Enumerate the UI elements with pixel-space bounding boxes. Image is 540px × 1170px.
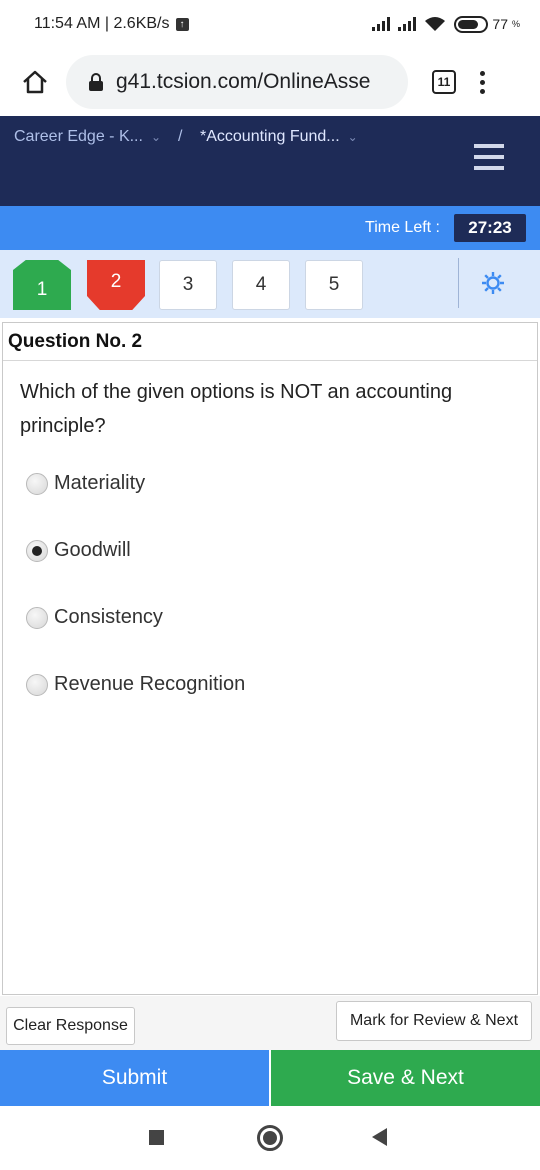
radio-icon[interactable]: [26, 539, 48, 562]
battery-unit: %: [511, 19, 520, 29]
battery-indicator: 77%: [454, 15, 520, 33]
question-number: 1: [36, 279, 48, 300]
time-left-value: 27:23: [454, 214, 526, 242]
question-palette: 1 2 3 4 5: [0, 250, 540, 318]
home-icon[interactable]: [18, 65, 52, 99]
radio-icon[interactable]: [26, 673, 48, 696]
option-materiality[interactable]: Materiality: [26, 472, 145, 495]
signal-icon: [398, 17, 417, 31]
bottom-action-bar: Submit Save & Next: [0, 1050, 540, 1106]
option-label: Materiality: [54, 472, 146, 494]
status-left: 11:54 AM | 2.6KB/s ↑: [34, 15, 189, 33]
more-menu-icon[interactable]: [480, 70, 485, 94]
tab-count: 11: [437, 75, 451, 89]
upload-icon: ↑: [175, 17, 189, 31]
action-row: Clear Response Mark for Review & Next: [0, 996, 540, 1050]
exam-screen: 11:54 AM | 2.6KB/s ↑ 77% g41.tcsion.com/…: [0, 0, 540, 1170]
option-label: Consistency: [54, 606, 163, 628]
battery-icon: [454, 15, 489, 33]
submit-button[interactable]: Submit: [0, 1050, 269, 1106]
status-time-speed: 11:54 AM | 2.6KB/s: [34, 15, 170, 32]
question-number: 2: [110, 271, 122, 292]
url-text: g41.tcsion.com/OnlineAsse: [116, 70, 371, 93]
browser-toolbar: g41.tcsion.com/OnlineAsse 11: [0, 48, 540, 116]
question-panel: Question No. 2 Which of the given option…: [2, 322, 538, 995]
gear-icon[interactable]: [480, 270, 506, 296]
signal-icon: [372, 17, 391, 31]
option-label: Revenue Recognition: [54, 673, 246, 695]
question-button-5[interactable]: 5: [305, 260, 363, 310]
system-nav-bar: [0, 1106, 540, 1170]
question-button-2[interactable]: 2: [87, 260, 145, 310]
question-number: 3: [182, 274, 194, 295]
wifi-icon: [425, 17, 446, 31]
time-left-label: Time Left :: [365, 219, 440, 236]
lock-icon: [89, 73, 103, 91]
status-bar: 11:54 AM | 2.6KB/s ↑ 77%: [0, 0, 540, 48]
question-text: Which of the given options is NOT an acc…: [20, 381, 453, 437]
chevron-down-icon: ⌄: [150, 130, 162, 144]
breadcrumb-course[interactable]: Career Edge - K... ⌄: [14, 128, 161, 146]
breadcrumb-test-label: *Accounting Fund...: [200, 128, 340, 145]
radio-icon[interactable]: [26, 606, 48, 629]
timer-bar: Time Left : 27:23: [0, 206, 540, 250]
battery-percent: 77: [492, 16, 508, 32]
question-button-4[interactable]: 4: [232, 260, 290, 310]
status-right: 77%: [372, 15, 520, 33]
breadcrumb-course-label: Career Edge - K...: [14, 128, 143, 145]
palette-divider: [458, 258, 459, 308]
back-icon[interactable]: [372, 1128, 387, 1146]
breadcrumb-test[interactable]: *Accounting Fund... ⌄: [200, 128, 358, 146]
home-nav-icon[interactable]: [257, 1125, 283, 1151]
tab-switcher-icon[interactable]: 11: [432, 70, 456, 94]
save-next-button[interactable]: Save & Next: [271, 1050, 540, 1106]
mark-for-review-button[interactable]: Mark for Review & Next: [336, 1001, 532, 1041]
app-header: Career Edge - K... ⌄ / *Accounting Fund.…: [0, 116, 540, 206]
option-revenue-recognition[interactable]: Revenue Recognition: [26, 673, 245, 696]
recents-icon[interactable]: [149, 1130, 164, 1145]
option-label: Goodwill: [54, 539, 131, 561]
question-number: 4: [255, 274, 267, 295]
hamburger-menu-icon[interactable]: [474, 144, 504, 170]
radio-icon[interactable]: [26, 472, 48, 495]
option-goodwill[interactable]: Goodwill: [26, 539, 131, 562]
question-button-1[interactable]: 1: [13, 260, 71, 310]
question-heading: Question No. 2: [3, 323, 537, 361]
question-number: 5: [328, 274, 340, 295]
breadcrumb-separator: /: [178, 128, 183, 145]
chevron-down-icon: ⌄: [347, 130, 358, 144]
question-button-3[interactable]: 3: [159, 260, 217, 310]
option-consistency[interactable]: Consistency: [26, 606, 163, 629]
clear-response-button[interactable]: Clear Response: [6, 1007, 135, 1045]
address-bar[interactable]: g41.tcsion.com/OnlineAsse: [66, 55, 408, 109]
